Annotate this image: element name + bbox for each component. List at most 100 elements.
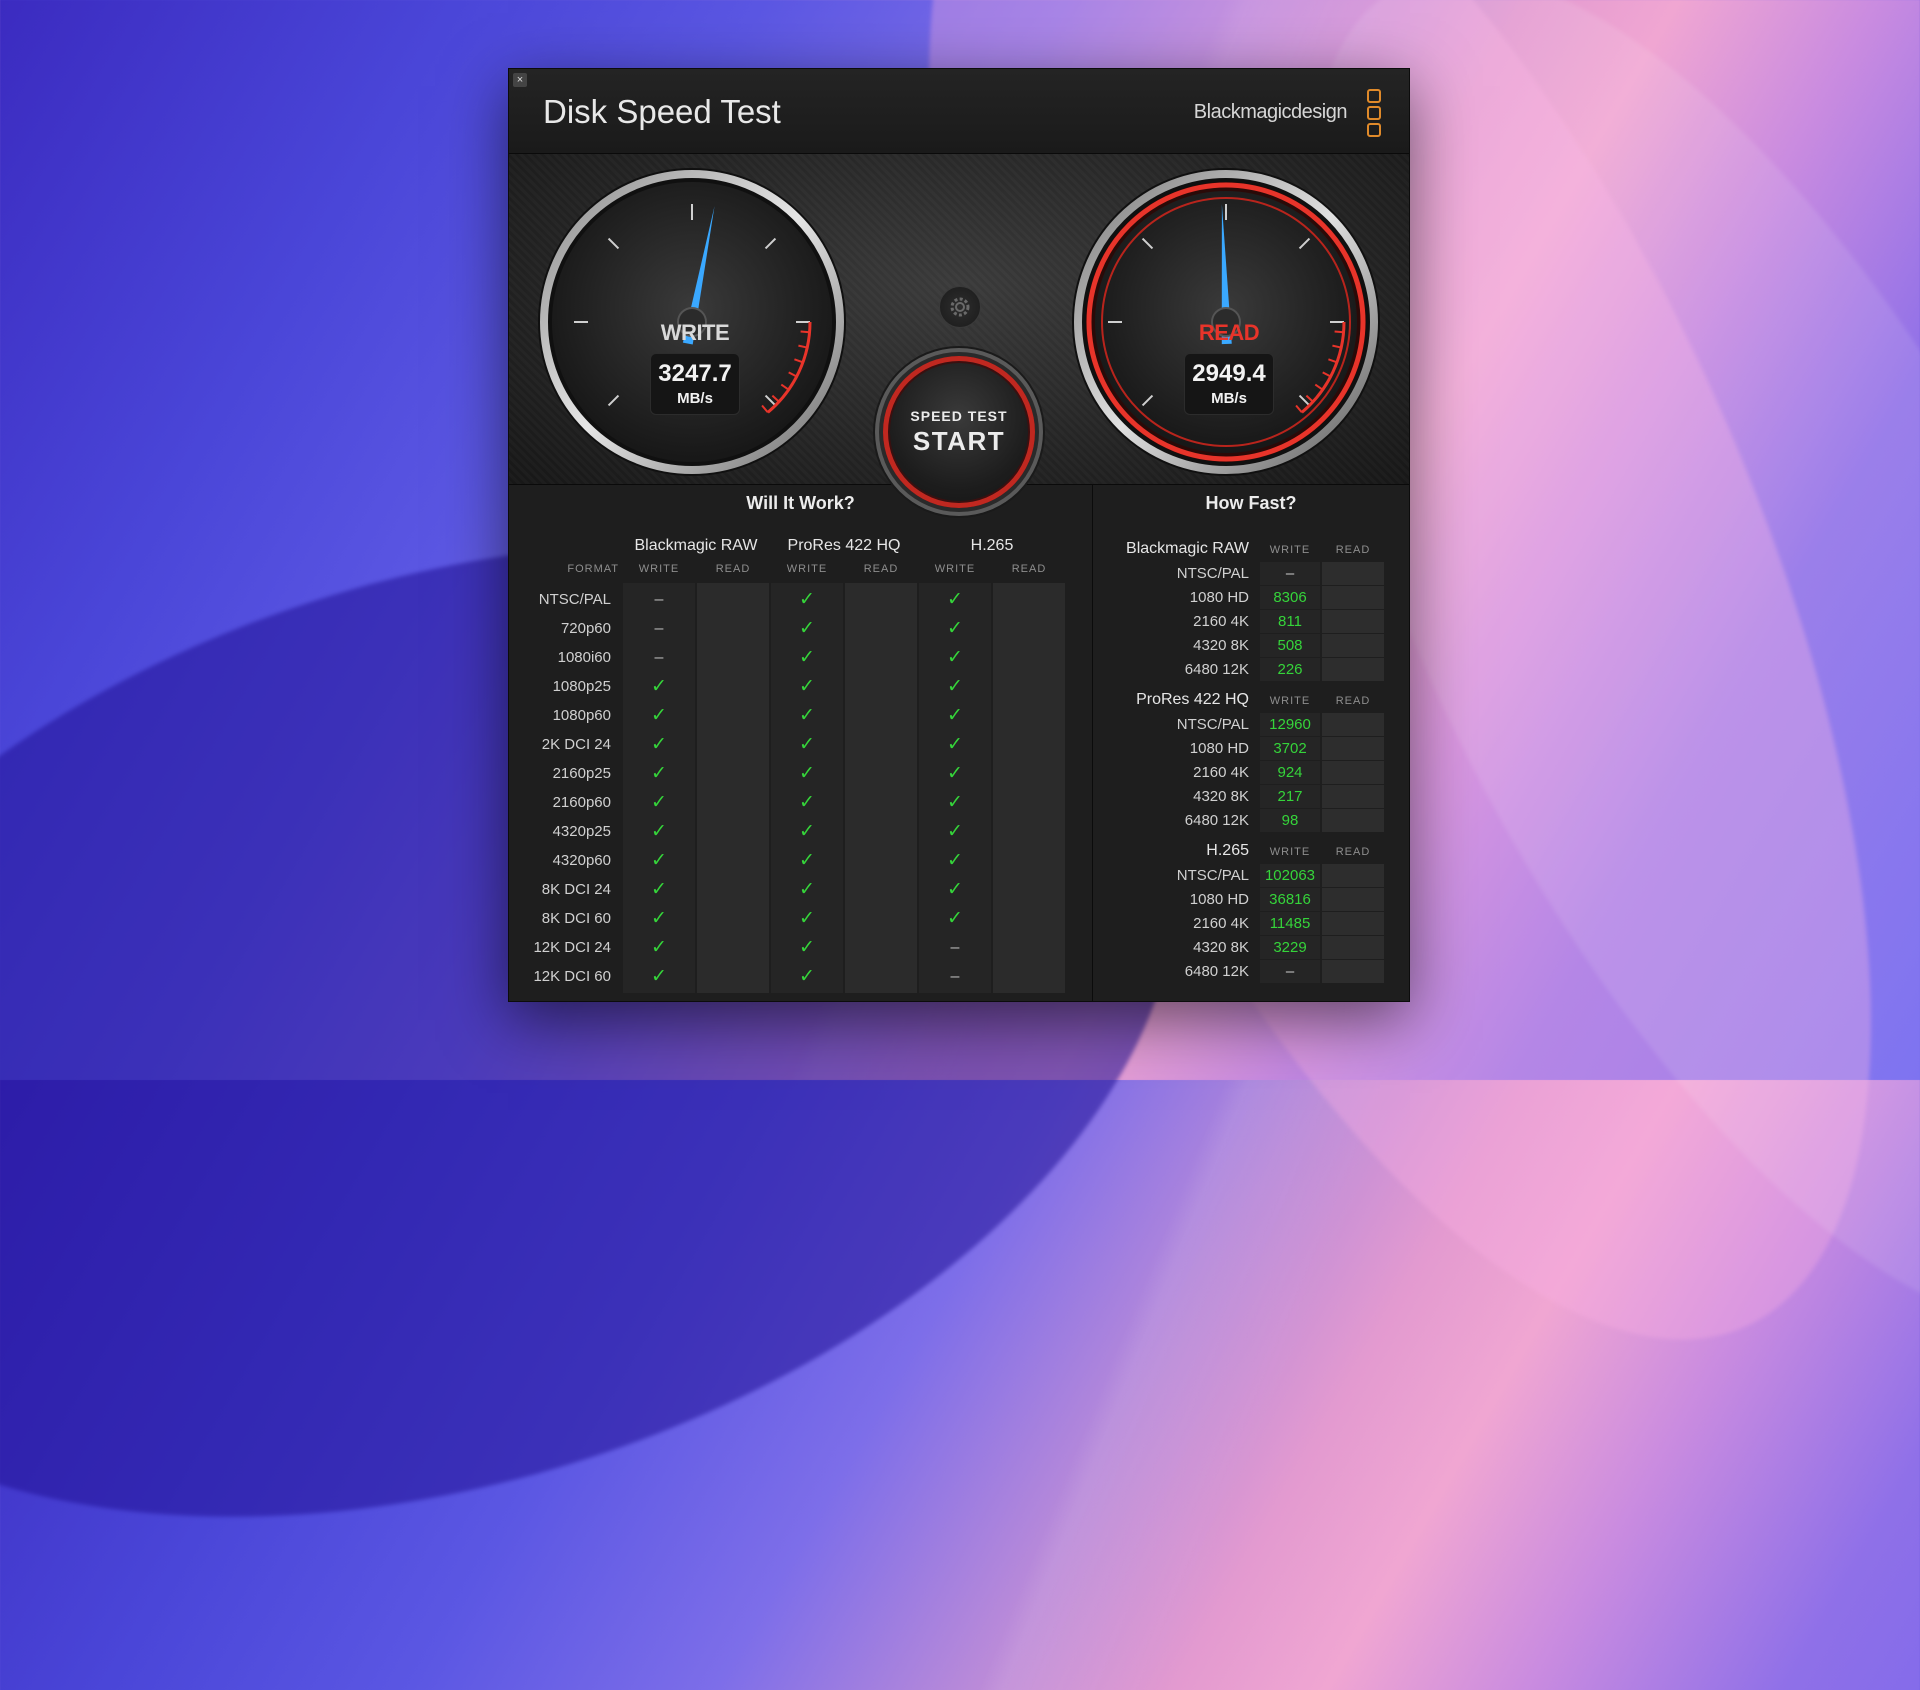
brand-name: Blackmagicdesign [1193, 101, 1348, 123]
blackmagic-logo-icon [1367, 89, 1381, 139]
fps-value: 8306 [1273, 589, 1307, 606]
table-row: NTSC/PAL 12960 [1093, 713, 1409, 737]
checkmark-icon: ✓ [947, 821, 963, 842]
read-cell [1322, 936, 1384, 959]
checkmark-icon: ✓ [799, 676, 815, 697]
checkmark-icon: ✓ [947, 618, 963, 639]
resolution-label: NTSC/PAL [1176, 716, 1249, 733]
read-cell [1322, 713, 1384, 736]
read-gauge [1072, 168, 1380, 476]
resolution-label: 2160 4K [1193, 764, 1249, 781]
codec-name: H.265 [1206, 842, 1249, 859]
checkmark-icon: ✓ [651, 850, 667, 871]
table-row: 2160p25 ✓ ✓ ✓ [509, 759, 1092, 788]
checkmark-icon: ✓ [947, 705, 963, 726]
gear-icon [950, 297, 970, 317]
start-button-caption: SPEED TEST [910, 408, 1008, 424]
resolution-label: 6480 12K [1184, 963, 1249, 980]
table-row: 1080 HD 36816 [1093, 888, 1409, 912]
format-label: 4320p60 [552, 852, 611, 869]
fps-value: 12960 [1269, 716, 1311, 733]
checkmark-icon: ✓ [651, 734, 667, 755]
table-row: 720p60 – ✓ ✓ [509, 614, 1092, 643]
close-icon[interactable]: × [513, 73, 527, 87]
how-fast-title: How Fast? [1205, 493, 1297, 513]
table-row: 1080p60 ✓ ✓ ✓ [509, 701, 1092, 730]
how-fast-table: Blackmagic RAW WRITE READ NTSC/PAL – 1080 HD 8… [1093, 522, 1409, 1001]
table-row: NTSC/PAL 102063 [1093, 864, 1409, 888]
checkmark-icon: ✓ [947, 792, 963, 813]
checkmark-icon: ✓ [947, 676, 963, 697]
resolution-label: 2160 4K [1193, 613, 1249, 630]
dash-indicator: – [654, 649, 664, 666]
fps-value: 11485 [1269, 915, 1311, 932]
checkmark-icon: ✓ [651, 937, 667, 958]
checkmark-icon: ✓ [799, 705, 815, 726]
checkmark-icon: ✓ [651, 908, 667, 929]
format-label: 8K DCI 24 [541, 881, 611, 898]
table-row: 1080i60 – ✓ ✓ [509, 643, 1092, 672]
table-row: NTSC/PAL – ✓ ✓ [509, 585, 1092, 614]
resolution-label: 4320 8K [1193, 939, 1249, 956]
format-label: 4320p25 [552, 823, 611, 840]
group-header: H.265 WRITE READ [1093, 839, 1409, 863]
resolution-label: 6480 12K [1184, 812, 1249, 829]
start-button-label: START [912, 426, 1006, 456]
settings-button[interactable] [939, 286, 981, 328]
dash-indicator: – [950, 968, 960, 985]
gauges-panel: WRITE 3247.7 MB/s SPEED TEST START READ … [509, 154, 1409, 508]
checkmark-icon: ✓ [799, 937, 815, 958]
table-row: 2K DCI 24 ✓ ✓ ✓ [509, 730, 1092, 759]
format-label: 2K DCI 24 [541, 736, 611, 753]
table-row: NTSC/PAL – [1093, 562, 1409, 586]
format-label: 1080p60 [552, 707, 611, 724]
format-label: 1080i60 [557, 649, 611, 666]
table-row: 4320p60 ✓ ✓ ✓ [509, 846, 1092, 875]
read-cell [1322, 562, 1384, 585]
table-row: 12K DCI 24 ✓ ✓ – [509, 933, 1092, 962]
write-speed-unit: MB/s [677, 390, 713, 407]
resolution-label: 6480 12K [1184, 661, 1249, 678]
read-speed-readout: 2949.4 MB/s [1184, 353, 1274, 415]
table-row: 6480 12K 98 [1093, 809, 1409, 833]
checkmark-icon: ✓ [799, 821, 815, 842]
read-subheader: READ [715, 563, 751, 575]
codec-header-h265: H.265 [970, 537, 1014, 554]
checkmark-icon: ✓ [799, 879, 815, 900]
checkmark-icon: ✓ [651, 879, 667, 900]
fps-value: – [1285, 565, 1295, 582]
checkmark-icon: ✓ [947, 908, 963, 929]
read-subheader: READ [863, 563, 899, 575]
write-subheader: WRITE [934, 563, 976, 575]
write-subheader: WRITE [786, 563, 828, 575]
fps-value: 226 [1277, 661, 1303, 678]
fps-value: 3229 [1273, 939, 1307, 956]
codec-name: ProRes 422 HQ [1136, 691, 1249, 708]
table-row: 2160 4K 11485 [1093, 912, 1409, 936]
table-row: 1080 HD 3702 [1093, 737, 1409, 761]
group-header: Blackmagic RAW WRITE READ [1093, 537, 1409, 561]
group-header: ProRes 422 HQ WRITE READ [1093, 688, 1409, 712]
checkmark-icon: ✓ [947, 850, 963, 871]
checkmark-icon: ✓ [651, 676, 667, 697]
resolution-label: 1080 HD [1189, 589, 1249, 606]
format-label: 2160p60 [552, 794, 611, 811]
table-row: 2160 4K 924 [1093, 761, 1409, 785]
checkmark-icon: ✓ [799, 792, 815, 813]
checkmark-icon: ✓ [651, 821, 667, 842]
format-label: 1080p25 [552, 678, 611, 695]
read-cell [1322, 888, 1384, 911]
resolution-label: 2160 4K [1193, 915, 1249, 932]
fps-value: 217 [1277, 788, 1303, 805]
write-gauge-label: WRITE [660, 320, 730, 345]
resolution-label: NTSC/PAL [1176, 867, 1249, 884]
codec-header-braw: Blackmagic RAW [634, 537, 758, 554]
checkmark-icon: ✓ [947, 879, 963, 900]
write-gauge [538, 168, 846, 476]
table-row: 1080 HD 8306 [1093, 586, 1409, 610]
fps-value: 102063 [1264, 867, 1316, 884]
checkmark-icon: ✓ [799, 908, 815, 929]
read-subheader: READ [1335, 846, 1371, 858]
resolution-label: NTSC/PAL [1176, 565, 1249, 582]
table-row: 4320p25 ✓ ✓ ✓ [509, 817, 1092, 846]
